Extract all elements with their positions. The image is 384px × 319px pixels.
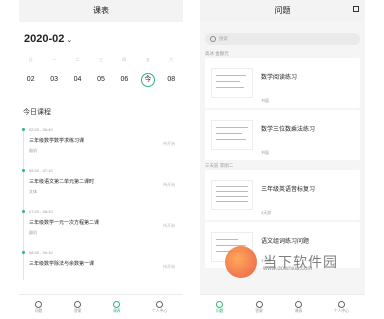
watermark-logo-icon — [225, 246, 257, 278]
question-icon — [216, 300, 224, 308]
question-icon — [35, 300, 43, 308]
course-name: 三年级语文第二单元第二课时 — [29, 179, 95, 185]
question-thumbnail — [211, 68, 253, 98]
user-icon — [338, 300, 345, 308]
tab-label: 课表 — [112, 308, 121, 313]
weekday-label: 四 — [122, 57, 127, 62]
weekday-label: 六 — [169, 57, 174, 62]
date-cell[interactable]: 08 — [164, 73, 178, 87]
question-title: 数学阅读练习 — [261, 75, 298, 81]
tab-label: 课表 — [294, 308, 303, 313]
course-time: 08:30 - 09:10 — [29, 250, 53, 255]
date-cell-today[interactable]: 今 — [140, 73, 155, 87]
course-status: 待开始 — [163, 141, 175, 146]
question-meta: 3天前 — [261, 210, 272, 215]
course-status: 待开始 — [163, 182, 175, 187]
tab-profile[interactable]: 个人中心 — [152, 300, 168, 314]
course-time: 02:00 - 06:40 — [29, 127, 53, 132]
questions-title: 问题 — [274, 6, 291, 15]
question-card[interactable]: 三年级英语音标复习 3天前 — [205, 170, 360, 220]
group-label: 高冰 金额元 — [205, 51, 229, 56]
course-name: 三年级数学一元一次方程第二课 — [29, 220, 100, 226]
weekday-label: 三 — [98, 57, 103, 62]
clock-icon — [255, 300, 263, 308]
tab-profile[interactable]: 个人中心 — [333, 300, 350, 314]
today-courses-title: 今日课程 — [23, 109, 51, 116]
weekday-label: 日 — [28, 57, 33, 62]
tab-schedule[interactable]: 课表 — [294, 300, 303, 314]
date-cell[interactable]: 03 — [47, 73, 61, 87]
question-title: 三年级英语音标复习 — [261, 187, 316, 193]
weekday-label: 五 — [145, 57, 150, 62]
tab-questions[interactable]: 问题 — [34, 300, 43, 314]
course-item[interactable]: 07:20 - 08:10 三年级数学一元一次方程第二课 副机 待开始 — [22, 209, 179, 236]
group-label: 三天前 李刚二 — [205, 163, 234, 168]
weekday-row: 日 一 二 三 四 五 六 — [19, 57, 183, 63]
tab-label: 答案 — [73, 308, 82, 313]
course-time: 06:20 - 07:10 — [29, 168, 53, 173]
course-item[interactable]: 06:20 - 07:10 三年级语文第二单元第二课时 文体 待开始 — [22, 168, 179, 195]
bottom-tab-bar: 问题 答案 课表 个人中心 — [19, 294, 183, 319]
clock-icon — [74, 300, 82, 308]
question-card[interactable]: 数学三位数乘法练习 书面 — [205, 110, 360, 160]
schedule-screen: 课表 2020-02 ⌄ 日 一 二 三 四 五 六 02 03 04 05 06… — [19, 0, 183, 319]
watermark-url: www.downxia.com — [263, 266, 313, 272]
timeline-dot — [22, 210, 25, 213]
schedule-title-bar: 课表 — [19, 0, 183, 22]
weekday-label: 一 — [52, 57, 57, 62]
user-icon — [156, 300, 164, 308]
calendar-icon — [294, 300, 302, 308]
date-cell[interactable]: 04 — [71, 73, 85, 87]
course-sub: 文体 — [29, 189, 37, 194]
timeline-line — [23, 130, 24, 280]
course-sub: 副机 — [29, 230, 37, 235]
course-time: 07:20 - 08:10 — [29, 209, 53, 214]
tab-questions[interactable]: 问题 — [215, 300, 224, 314]
edit-icon[interactable] — [353, 6, 359, 12]
month-selector[interactable]: 2020-02 ⌄ — [24, 33, 72, 45]
course-name: 三年级数学数学求练习课 — [29, 138, 85, 144]
timeline-dot — [22, 128, 25, 131]
course-name: 三年级数学除法与余数第一课 — [29, 261, 95, 267]
search-placeholder: 搜索 — [219, 36, 228, 41]
question-meta: 书面 — [261, 98, 269, 103]
search-icon — [210, 36, 216, 42]
tab-label: 答案 — [255, 308, 263, 313]
date-row: 02 03 04 05 06 今 08 — [19, 73, 183, 87]
course-item[interactable]: 08:30 - 09:10 三年级数学除法与余数第一课 待开始 — [22, 250, 179, 269]
course-status: 待开始 — [163, 264, 175, 269]
watermark: 当下软件园 www.downxia.com — [225, 246, 338, 278]
tab-answers[interactable]: 答案 — [255, 300, 263, 314]
question-thumbnail — [211, 180, 253, 210]
tab-schedule[interactable]: 课表 — [112, 300, 121, 314]
course-item[interactable]: 02:00 - 06:40 三年级数学数学求练习课 副机 待开始 — [22, 127, 179, 154]
question-title: 数学三位数乘法练习 — [261, 127, 316, 133]
course-status: 待开始 — [163, 223, 175, 228]
tab-label: 问题 — [34, 308, 43, 313]
date-cell[interactable]: 02 — [24, 73, 38, 87]
questions-title-bar: 问题 — [200, 0, 365, 22]
timeline-dot — [22, 251, 25, 254]
tab-label: 问题 — [215, 308, 224, 313]
question-title: 语文组词练习问题 — [261, 239, 310, 245]
chevron-down-icon: ⌄ — [66, 37, 73, 44]
course-sub: 副机 — [29, 148, 37, 153]
timeline-dot — [22, 169, 25, 172]
search-input[interactable]: 搜索 — [205, 33, 360, 45]
question-thumbnail — [211, 120, 253, 150]
schedule-title: 课表 — [93, 6, 109, 15]
calendar-icon — [113, 300, 121, 308]
month-label: 2020-02 — [24, 33, 65, 45]
date-cell[interactable]: 06 — [117, 73, 131, 87]
date-cell[interactable]: 05 — [94, 73, 108, 87]
question-card[interactable]: 数学阅读练习 书面 — [205, 58, 360, 108]
tab-label: 个人中心 — [152, 308, 168, 313]
weekday-label: 二 — [75, 57, 80, 62]
question-meta: 书面 — [261, 150, 269, 155]
tab-answers[interactable]: 答案 — [73, 300, 82, 314]
bottom-tab-bar: 问题 答案 课表 个人中心 — [200, 294, 365, 319]
tab-label: 个人中心 — [333, 308, 350, 313]
